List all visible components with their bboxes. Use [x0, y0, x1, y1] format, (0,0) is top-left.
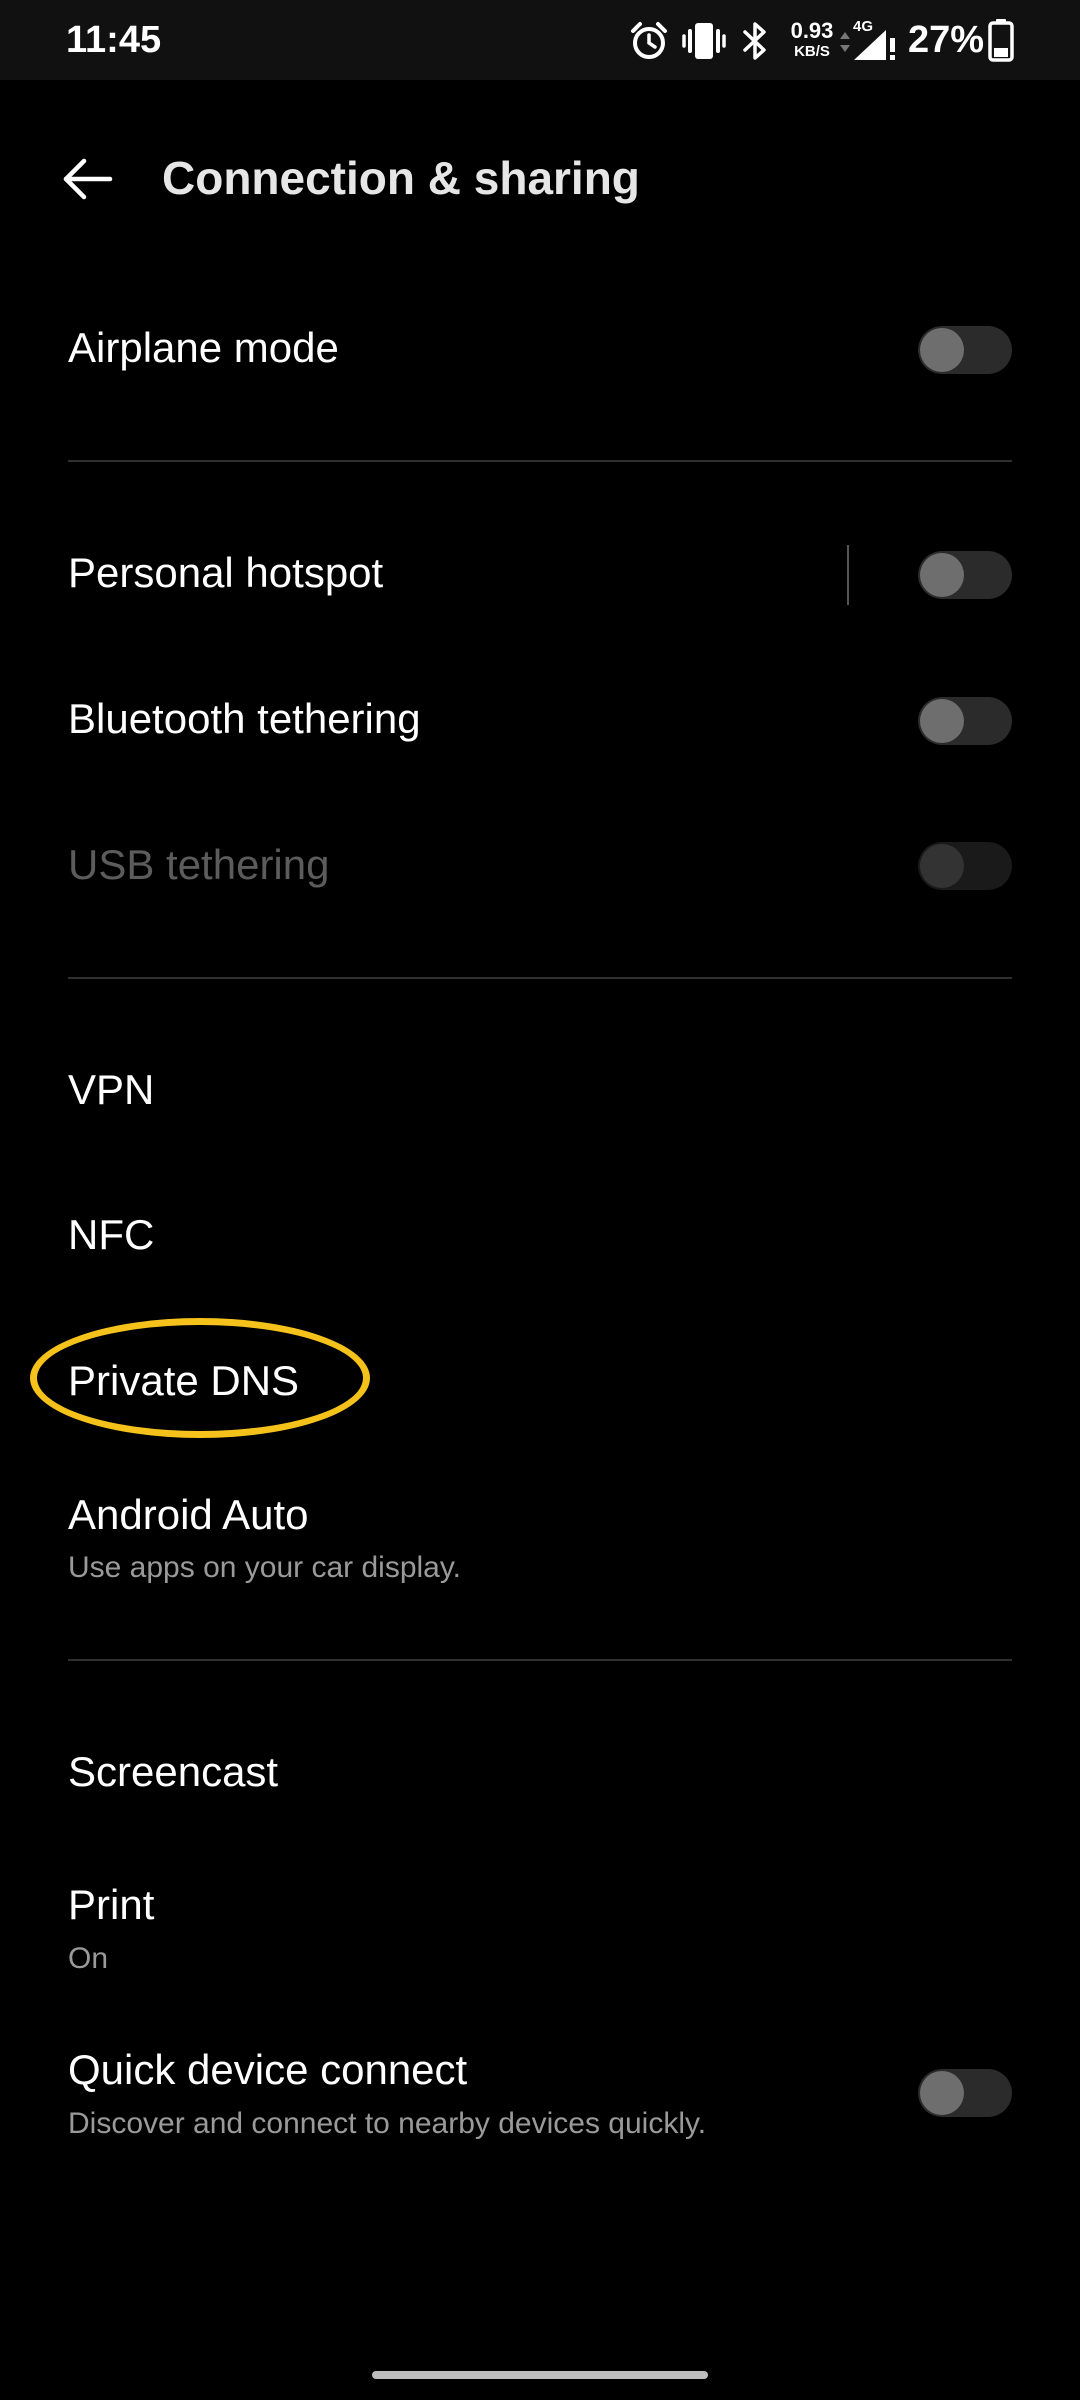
android-auto-subtitle: Use apps on your car display.: [68, 1551, 461, 1584]
airplane-mode-label: Airplane mode: [68, 324, 339, 371]
android-auto-label: Android Auto: [68, 1491, 309, 1538]
alarm-icon: [631, 22, 667, 59]
vibrate-icon: [682, 23, 726, 59]
network-speed: 0.93 KB/S: [784, 18, 840, 60]
data-arrows-icon: [840, 32, 850, 52]
battery-icon: [988, 19, 1014, 62]
vertical-separator: [847, 545, 849, 605]
net-speed-value: 0.93: [790, 18, 834, 43]
usb-tethering-label: USB tethering: [68, 841, 330, 888]
status-bar: 11:45 0.93 KB/S 4G 27%: [0, 0, 1080, 80]
net-speed-unit: KB/S: [794, 43, 830, 60]
battery-percent: 27%: [908, 19, 985, 61]
status-time: 11:45: [66, 19, 162, 61]
print-label: Print: [68, 1881, 155, 1928]
back-button[interactable]: [50, 143, 130, 213]
nfc-label: NFC: [68, 1211, 155, 1258]
nfc-row[interactable]: [0, 1185, 1080, 1285]
signal-icon: [854, 30, 895, 60]
personal-hotspot-toggle[interactable]: [918, 551, 1012, 599]
toggle-knob: [920, 553, 964, 597]
bluetooth-tethering-toggle[interactable]: [918, 697, 1012, 745]
toggle-knob: [920, 328, 964, 372]
page-title: Connection & sharing: [162, 152, 640, 204]
divider: [68, 1659, 1012, 1661]
quick-device-connect-label: Quick device connect: [68, 2046, 468, 2093]
highlight-annotation: [30, 1318, 370, 1438]
airplane-mode-toggle[interactable]: [918, 326, 1012, 374]
back-arrow-icon: [63, 158, 113, 200]
screencast-label: Screencast: [68, 1748, 279, 1795]
print-status: On: [68, 1942, 109, 1975]
home-indicator[interactable]: [372, 2371, 708, 2379]
quick-device-connect-subtitle: Discover and connect to nearby devices q…: [68, 2107, 707, 2140]
toggle-knob: [920, 699, 964, 743]
print-row[interactable]: [0, 1855, 1080, 1985]
toggle-knob: [920, 844, 964, 888]
toggle-knob: [920, 2071, 964, 2115]
vpn-label: VPN: [68, 1066, 155, 1113]
quick-device-connect-toggle[interactable]: [918, 2069, 1012, 2117]
personal-hotspot-label: Personal hotspot: [68, 549, 384, 596]
bluetooth-tethering-label: Bluetooth tethering: [68, 695, 421, 742]
divider: [68, 460, 1012, 462]
usb-tethering-toggle: [918, 842, 1012, 890]
divider: [68, 977, 1012, 979]
bluetooth-icon: [743, 22, 766, 60]
vpn-row[interactable]: [0, 1040, 1080, 1140]
